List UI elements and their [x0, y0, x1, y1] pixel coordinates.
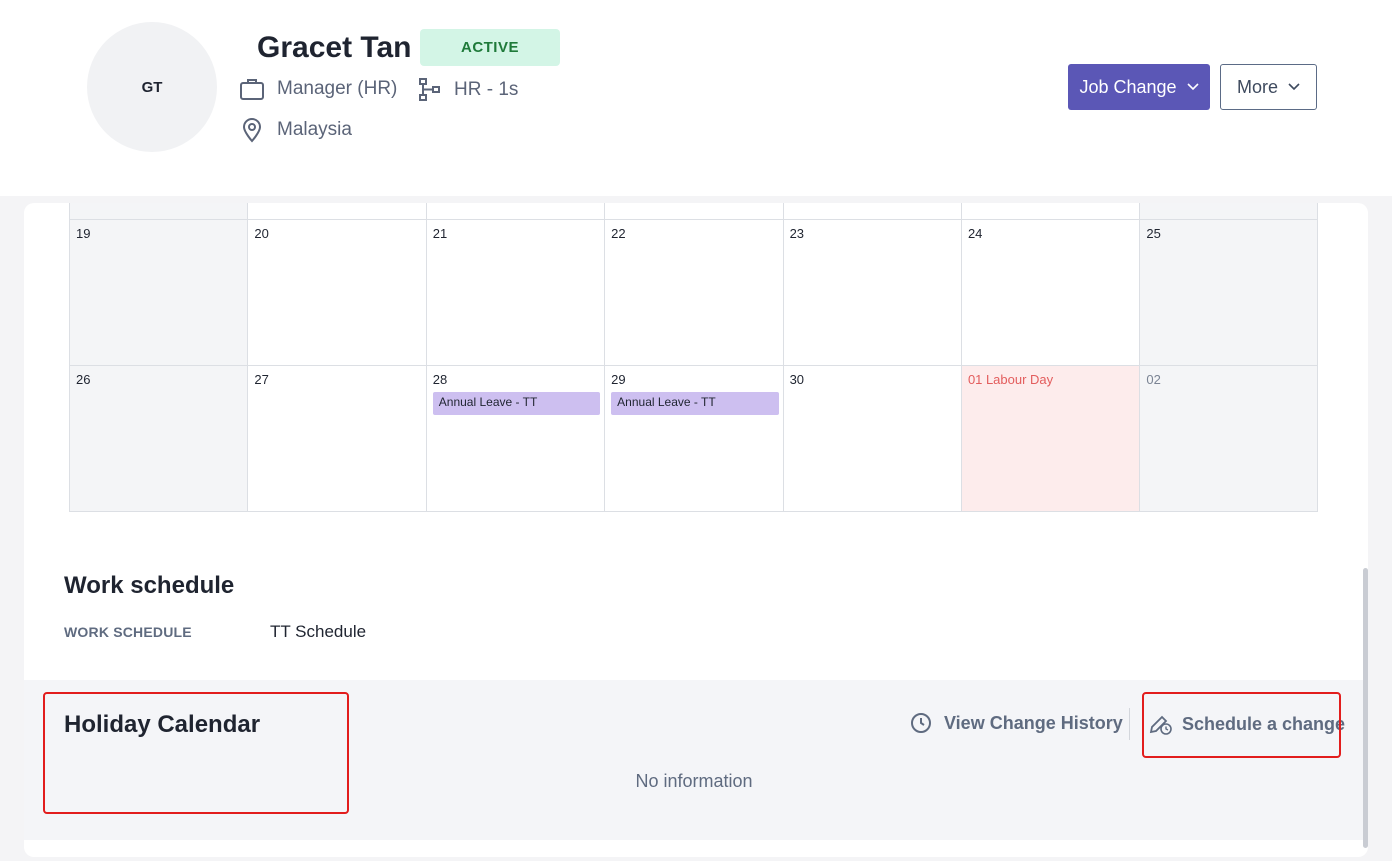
calendar-day[interactable]: 22 — [604, 220, 783, 366]
calendar-day[interactable]: 19 — [69, 220, 248, 366]
day-number: 22 — [611, 226, 626, 241]
calendar-day[interactable]: 20 — [247, 220, 426, 366]
chevron-down-icon — [1186, 83, 1199, 91]
calendar-day[interactable]: 27 — [247, 366, 426, 512]
calendar-day[interactable]: 29 Annual Leave - TT — [604, 366, 783, 512]
divider — [1129, 708, 1130, 740]
day-number: 24 — [967, 226, 983, 241]
calendar-day[interactable] — [247, 203, 426, 220]
scrollbar[interactable] — [1363, 568, 1368, 848]
calendar-week: 19 20 21 22 23 24 25 — [69, 220, 1318, 366]
day-number: 29 — [611, 372, 626, 387]
calendar-day[interactable] — [960, 203, 1140, 220]
chevron-down-icon — [1288, 83, 1300, 91]
clock-icon — [911, 713, 931, 733]
more-button[interactable]: More — [1220, 64, 1317, 110]
department-text: HR - 1s — [454, 79, 519, 100]
view-change-history-label: View Change History — [944, 712, 1123, 733]
calendar-day[interactable]: 21 — [425, 220, 605, 366]
calendar-week-partial — [69, 203, 1318, 220]
day-number: 27 — [254, 372, 269, 387]
location: Malaysia — [239, 117, 352, 143]
leave-event[interactable]: Annual Leave - TT — [611, 392, 779, 415]
day-number: 02 — [1146, 372, 1161, 387]
location-pin-icon — [242, 118, 262, 143]
view-change-history-button[interactable]: View Change History — [910, 712, 1123, 734]
calendar-day[interactable] — [782, 203, 961, 220]
highlight-box — [43, 692, 349, 814]
job-change-label: Job Change — [1079, 76, 1177, 97]
job-title-text: Manager (HR) — [277, 78, 398, 99]
location-text: Malaysia — [277, 119, 352, 140]
highlight-box — [1142, 692, 1341, 758]
calendar-day[interactable]: 24 — [960, 220, 1140, 366]
avatar-initials: GT — [141, 78, 163, 96]
day-number: 19 — [76, 226, 91, 241]
day-number: 23 — [789, 226, 805, 241]
calendar-day[interactable] — [69, 203, 248, 220]
day-number: 20 — [254, 226, 269, 241]
department: HR - 1s — [418, 77, 518, 103]
calendar-day[interactable] — [1139, 203, 1318, 220]
status-badge: ACTIVE — [420, 29, 560, 66]
day-number: 25 — [1146, 226, 1161, 241]
briefcase-icon — [240, 79, 264, 100]
calendar-day[interactable]: 02 — [1139, 366, 1318, 512]
profile-header: GT Gracet Tan ACTIVE Manager (HR) HR - 1… — [0, 0, 1392, 196]
work-schedule-title: Work schedule — [64, 572, 235, 599]
calendar-day[interactable]: 23 — [782, 220, 961, 366]
month-calendar: 19 20 21 22 23 24 25 26 27 28 Annual Leave - TT 29 A… — [69, 203, 1318, 512]
work-schedule-label: WORK SCHEDULE — [64, 624, 192, 640]
work-schedule-value: TT Schedule — [270, 622, 367, 641]
day-number: 28 — [432, 372, 448, 387]
calendar-weeks: 19 20 21 22 23 24 25 26 27 28 Annual Leave - TT 29 A… — [69, 220, 1318, 512]
job-change-button[interactable]: Job Change — [1068, 64, 1210, 110]
avatar: GT — [87, 22, 217, 152]
calendar-day[interactable] — [604, 203, 783, 220]
more-label: More — [1236, 76, 1278, 97]
org-chart-icon — [419, 78, 440, 101]
day-number: 26 — [76, 372, 91, 387]
calendar-day[interactable]: 30 — [782, 366, 961, 512]
calendar-day[interactable]: 01 Labour Day — [960, 366, 1140, 512]
day-number: 21 — [432, 226, 448, 241]
employee-name: Gracet Tan — [257, 31, 412, 64]
calendar-day[interactable]: 26 — [69, 366, 248, 512]
holiday-label: Labour Day — [985, 372, 1054, 387]
leave-event[interactable]: Annual Leave - TT — [432, 392, 601, 415]
job-title: Manager (HR) — [239, 77, 397, 101]
calendar-week: 26 27 28 Annual Leave - TT 29 Annual Leave - … — [69, 366, 1318, 512]
day-number: 01 — [967, 372, 983, 387]
calendar-day[interactable] — [425, 203, 605, 220]
calendar-day[interactable]: 25 — [1139, 220, 1318, 366]
calendar-day[interactable]: 28 Annual Leave - TT — [425, 366, 605, 512]
day-number: 30 — [789, 372, 805, 387]
